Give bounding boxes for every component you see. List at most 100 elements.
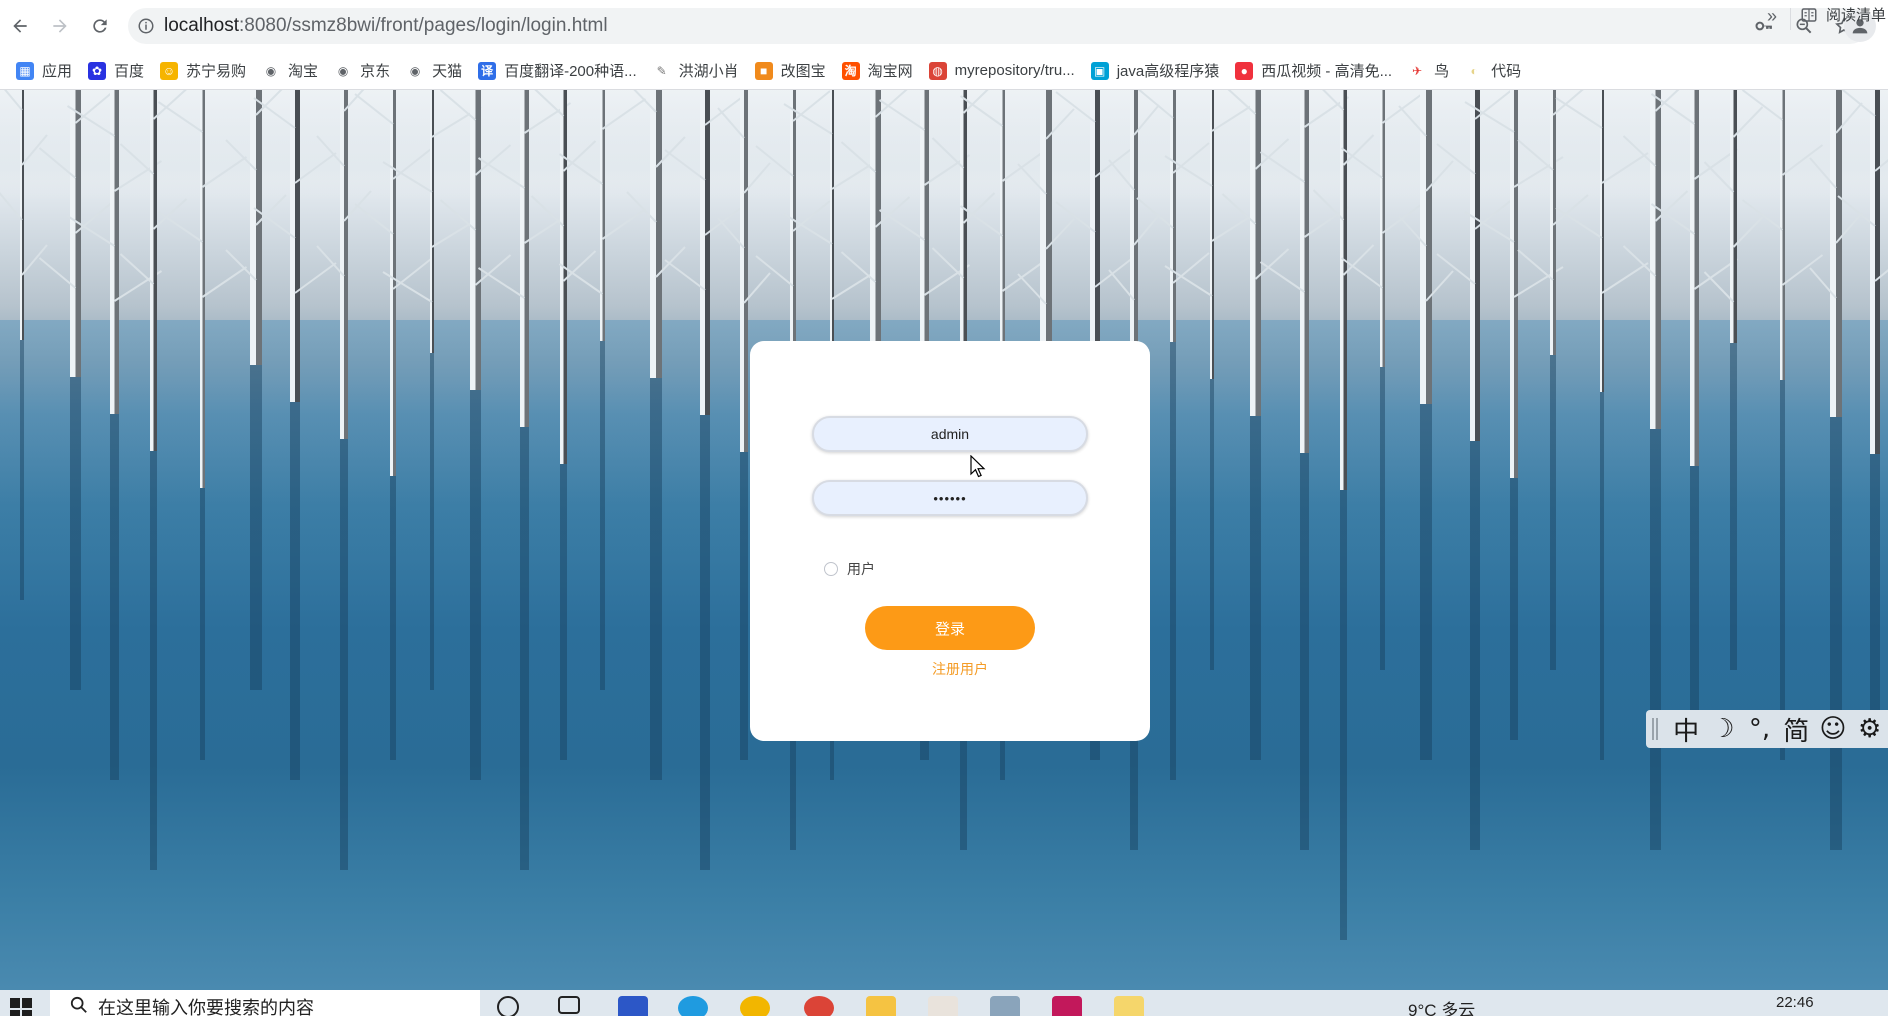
back-button[interactable]: [0, 6, 40, 46]
intellij-icon[interactable]: [1052, 996, 1082, 1016]
bookmark-item[interactable]: ▦ 应用: [8, 56, 80, 86]
chrome-icon: ◍: [928, 61, 947, 80]
bookmark-item[interactable]: 淘淘宝网: [834, 56, 921, 86]
snow-on-trunk: [1650, 90, 1656, 429]
bookmark-item[interactable]: ◍ myrepository/tru...: [921, 56, 1083, 86]
snow-on-trunk: [1210, 90, 1212, 379]
url-host: localhost: [164, 15, 239, 36]
cortana-icon[interactable]: [497, 996, 519, 1016]
tree-reflection: [1600, 392, 1604, 760]
role-option-user[interactable]: 用户: [824, 559, 875, 579]
app-icon-3[interactable]: [990, 996, 1020, 1016]
tree-reflection: [1690, 466, 1699, 740]
role-radio[interactable]: [824, 562, 838, 576]
xigua-icon: ●: [1235, 61, 1254, 80]
tree-reflection: [1650, 429, 1661, 850]
reload-button[interactable]: [80, 6, 120, 46]
feather-icon: ✎: [656, 63, 667, 78]
file-explorer-icon[interactable]: [866, 996, 896, 1016]
username-input[interactable]: admin: [812, 416, 1088, 452]
snow-on-trunk: [1420, 90, 1426, 404]
ime-toolbar: 中 ☽ °, 简 ☺ ⚙: [1646, 710, 1888, 748]
snow-on-trunk: [1690, 90, 1695, 466]
register-link[interactable]: 注册用户: [750, 659, 1150, 679]
ime-chinese-mode[interactable]: 中: [1668, 711, 1705, 748]
weather-status[interactable]: 9°C 多云: [1408, 996, 1475, 1016]
tree-reflection: [560, 464, 567, 760]
bookmark-item[interactable]: ◐ 代码: [1457, 56, 1529, 86]
chrome-icon[interactable]: [804, 996, 834, 1016]
tree-reflection: [1420, 404, 1432, 760]
ime-emoji-icon[interactable]: ☺: [1815, 714, 1852, 744]
login-button[interactable]: 登录: [865, 606, 1035, 650]
bookmark-item[interactable]: 译百度翻译-200种语...: [470, 56, 645, 86]
snow-on-trunk: [340, 90, 344, 439]
bookmark-item[interactable]: ✈ 鸟: [1400, 56, 1457, 86]
snow-on-trunk: [1300, 90, 1305, 453]
tree-reflection: [200, 488, 205, 760]
bookmark-item[interactable]: ● 西瓜视频 - 高清免...: [1227, 56, 1400, 86]
taskbar-clock[interactable]: 22:46: [1776, 994, 1814, 1011]
app-icon-1[interactable]: [618, 996, 648, 1016]
folder-icon[interactable]: [1114, 996, 1144, 1016]
bookmark-label: 天猫: [432, 63, 463, 80]
bookmark-label: 洪湖小肖: [678, 63, 739, 80]
snow-on-trunk: [290, 90, 295, 402]
tree-reflection: [650, 378, 662, 780]
snow-on-trunk: [520, 90, 525, 427]
bookmark-item[interactable]: ◉ 天猫: [398, 56, 470, 86]
snow-on-trunk: [1380, 90, 1383, 367]
tree-reflection: [1870, 454, 1880, 740]
bookmark-label: 代码: [1491, 63, 1522, 80]
tree-reflection: [290, 402, 300, 780]
site-info-icon[interactable]: [128, 8, 164, 44]
snow-on-trunk: [1550, 90, 1553, 355]
snow-on-trunk: [1510, 90, 1514, 478]
bookmark-item[interactable]: ◉ 京东: [326, 56, 398, 86]
bookmark-item[interactable]: ◉ 淘宝: [254, 56, 326, 86]
reading-list-label: 阅读清单: [1826, 7, 1887, 24]
ime-simplified-mode[interactable]: 简: [1778, 711, 1815, 748]
snow-on-trunk: [740, 90, 744, 452]
ime-moon-icon[interactable]: ☽: [1705, 714, 1742, 744]
bookmark-label: 百度翻译-200种语...: [504, 63, 637, 80]
windows-start-icon[interactable]: [10, 998, 32, 1016]
snow-on-trunk: [110, 90, 115, 414]
bookmark-item[interactable]: ■ 改图宝: [747, 56, 834, 86]
tree-reflection: [1170, 342, 1176, 780]
bookmark-label: 苏宁易购: [186, 63, 247, 80]
ime-settings-icon[interactable]: ⚙: [1851, 714, 1888, 744]
snow-on-trunk: [1000, 90, 1003, 354]
ime-drag-handle[interactable]: [1652, 718, 1658, 740]
windows-taskbar: 在这里输入你要搜索的内容 9°C 多云 22:46: [0, 990, 1888, 1016]
taskbar-search[interactable]: 在这里输入你要搜索的内容: [50, 990, 480, 1016]
bookmark-label: myrepository/tru...: [954, 62, 1075, 79]
snow-on-trunk: [70, 90, 76, 377]
chrome-canary-icon[interactable]: [740, 996, 770, 1016]
tree-reflection: [430, 353, 434, 690]
tree-reflection: [110, 414, 119, 780]
bookmarks-overflow-button[interactable]: »: [1760, 6, 1784, 27]
task-view-icon[interactable]: [558, 996, 580, 1014]
bookmark-item[interactable]: ▣ java高级程序猿: [1083, 56, 1228, 86]
address-bar[interactable]: localhost:8080/ssmz8bwi/front/pages/logi…: [128, 8, 1868, 44]
bookmark-item[interactable]: ✎ 洪湖小肖: [645, 56, 747, 86]
url-text[interactable]: localhost:8080/ssmz8bwi/front/pages/logi…: [164, 15, 1746, 37]
app-icon-2[interactable]: [928, 996, 958, 1016]
reading-list-button[interactable]: 阅读清单: [1800, 4, 1886, 25]
bookmark-item[interactable]: ☺ 苏宁易购: [152, 56, 254, 86]
bookmark-item[interactable]: ✿ 百度: [80, 56, 152, 86]
snow-on-trunk: [20, 90, 22, 340]
edge-icon[interactable]: [678, 996, 708, 1016]
forward-button[interactable]: [40, 6, 80, 46]
globe-icon: ◉: [409, 63, 421, 78]
password-input[interactable]: ••••••: [812, 480, 1088, 516]
snow-on-trunk: [1600, 90, 1602, 392]
tree-reflection: [520, 427, 529, 870]
tree-reflection: [1340, 490, 1347, 940]
role-label: 用户: [847, 561, 875, 577]
tree-reflection: [390, 476, 396, 760]
ime-punctuation-icon[interactable]: °,: [1741, 714, 1778, 744]
bookmark-label: 百度: [114, 63, 145, 80]
snow-on-trunk: [1730, 90, 1734, 343]
